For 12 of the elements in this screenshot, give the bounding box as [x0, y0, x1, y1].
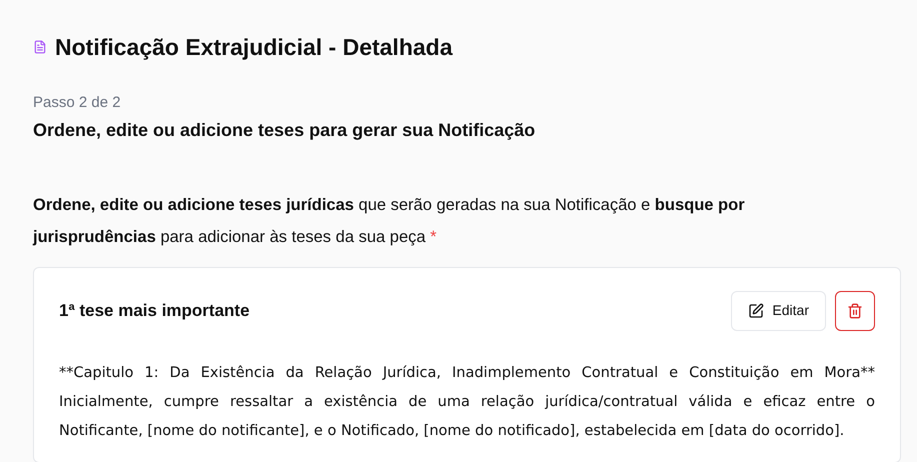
trash-icon — [847, 302, 863, 318]
delete-button[interactable] — [835, 290, 875, 330]
thesis-body: **Capitulo 1: Da Existência da Relação Jurídica, Inadimplemento Contratual e Constituição em Mora** Inicialmente, cumpre ressaltar a existência de uma relação jurídica/contratual válida e eficaz entre o Notificante, [nome do notificante], e o Notificado, [nome do notificado], estabelecida em [data do ocorrido]. — [59, 364, 875, 440]
page-title: Notificação Extrajudicial - Detalhada — [55, 33, 453, 62]
thesis-heading: 1ª tese mais importante — [59, 300, 250, 322]
required-mark: * — [430, 228, 437, 246]
document-icon — [33, 40, 47, 54]
step-indicator: Passo 2 de 2 — [33, 92, 122, 112]
edit-button[interactable]: Editar — [731, 290, 826, 330]
edit-icon — [748, 302, 764, 318]
step-title: Ordene, edite ou adicione teses para gerar sua Notificação — [33, 118, 536, 142]
instruction-text: Ordene, edite ou adicione teses jurídicas que serão geradas na sua Notificação e busque por jurisprudências para adicionar às teses da sua peça * — [33, 194, 746, 248]
